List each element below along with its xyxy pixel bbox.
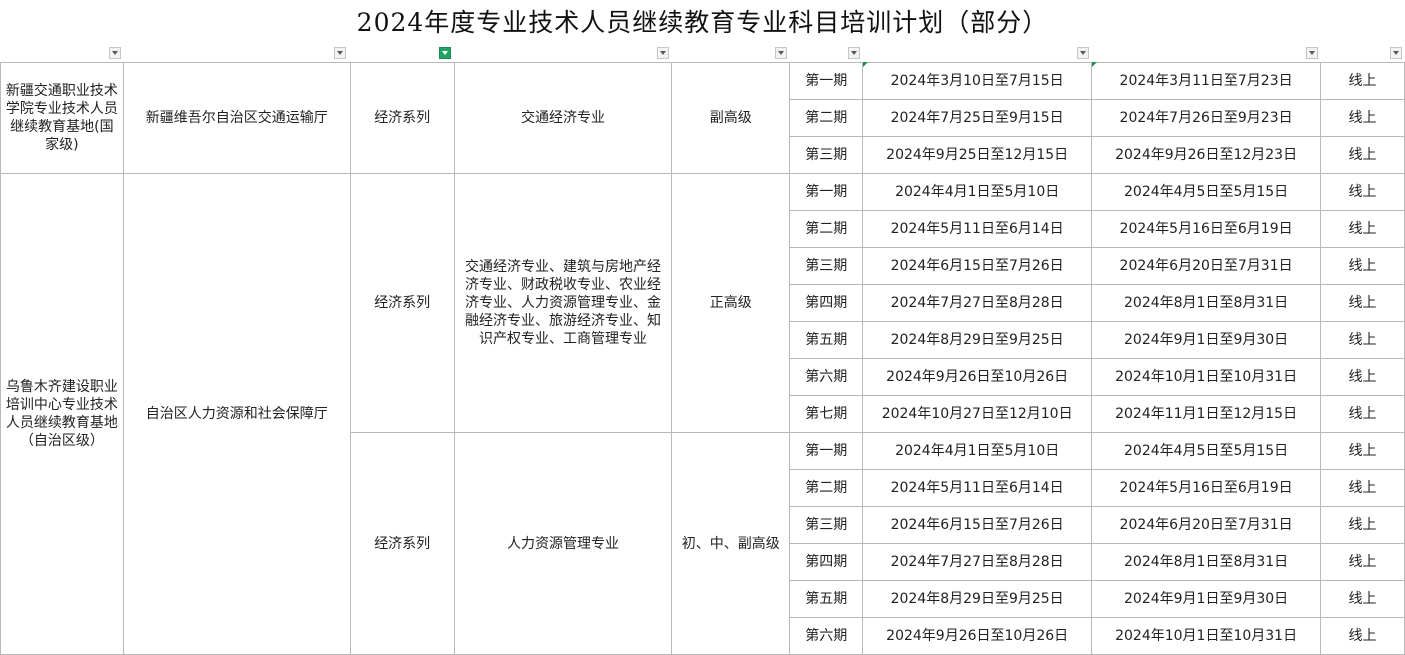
exam-date-cell[interactable]: 2024年3月11日至7月23日	[1091, 62, 1322, 100]
filter-dropdown-icon[interactable]	[657, 47, 669, 59]
mode-cell[interactable]: 线上	[1320, 358, 1405, 396]
training-date-cell[interactable]: 2024年9月26日至10月26日	[862, 358, 1093, 396]
exam-date-cell[interactable]: 2024年4月5日至5月15日	[1091, 173, 1322, 211]
training-plan-table: 新疆交通职业技术学院专业技术人员继续教育基地(国家级) 新疆维吾尔自治区交通运输厅…	[0, 62, 1405, 655]
exam-date-cell[interactable]: 2024年6月20日至7月31日	[1091, 247, 1322, 285]
period-cell[interactable]: 第三期	[789, 506, 864, 544]
period-cell[interactable]: 第四期	[789, 284, 864, 322]
training-date-cell[interactable]: 2024年10月27日至12月10日	[862, 395, 1093, 433]
exam-date-cell[interactable]: 2024年9月1日至9月30日	[1091, 580, 1322, 618]
mode-cell[interactable]: 线上	[1320, 284, 1405, 322]
training-date-cell[interactable]: 2024年9月26日至10月26日	[862, 617, 1093, 655]
filter-dropdown-icon[interactable]	[1390, 47, 1402, 59]
exam-date-cell[interactable]: 2024年7月26日至9月23日	[1091, 99, 1322, 137]
mode-cell[interactable]: 线上	[1320, 580, 1405, 618]
exam-date-cell[interactable]: 2024年8月1日至8月31日	[1091, 543, 1322, 581]
department-cell[interactable]: 自治区人力资源和社会保障厅	[122, 173, 351, 655]
period-cell[interactable]: 第二期	[789, 99, 864, 137]
institution-cell[interactable]: 乌鲁木齐建设职业培训中心专业技术人员继续教育基地（自治区级）	[0, 173, 124, 655]
period-cell[interactable]: 第二期	[789, 469, 864, 507]
department-cell[interactable]: 新疆维吾尔自治区交通运输厅	[122, 62, 351, 174]
filter-active-icon[interactable]	[439, 47, 451, 59]
filter-dropdown-icon[interactable]	[1306, 47, 1318, 59]
mode-cell[interactable]: 线上	[1320, 62, 1405, 100]
specialty-cell[interactable]: 交通经济专业、建筑与房地产经济专业、财政税收专业、农业经济专业、人力资源管理专业…	[453, 173, 673, 433]
filter-dropdown-icon[interactable]	[1077, 47, 1089, 59]
period-cell[interactable]: 第三期	[789, 136, 864, 174]
period-cell[interactable]: 第一期	[789, 432, 864, 470]
specialty-cell[interactable]: 人力资源管理专业	[453, 432, 673, 655]
exam-date-cell[interactable]: 2024年10月1日至10月31日	[1091, 358, 1322, 396]
mode-cell[interactable]: 线上	[1320, 506, 1405, 544]
cell-comment-marker	[863, 62, 868, 67]
mode-cell[interactable]: 线上	[1320, 99, 1405, 137]
period-cell[interactable]: 第七期	[789, 395, 864, 433]
training-date-cell[interactable]: 2024年4月1日至5月10日	[862, 432, 1093, 470]
filter-dropdown-icon[interactable]	[775, 47, 787, 59]
sheet-title: 2024年度专业技术人员继续教育专业科目培训计划（部分）	[356, 8, 1049, 37]
exam-date-cell[interactable]: 2024年5月16日至6月19日	[1091, 210, 1322, 248]
mode-cell[interactable]: 线上	[1320, 395, 1405, 433]
period-cell[interactable]: 第四期	[789, 543, 864, 581]
specialty-cell[interactable]: 交通经济专业	[453, 62, 673, 174]
mode-cell[interactable]: 线上	[1320, 247, 1405, 285]
training-date-cell[interactable]: 2024年5月11日至6月14日	[862, 210, 1093, 248]
exam-date-cell[interactable]: 2024年8月1日至8月31日	[1091, 284, 1322, 322]
filter-dropdown-icon[interactable]	[848, 47, 860, 59]
level-cell[interactable]: 副高级	[671, 62, 791, 174]
training-date-cell[interactable]: 2024年6月15日至7月26日	[862, 506, 1093, 544]
institution-cell[interactable]: 新疆交通职业技术学院专业技术人员继续教育基地(国家级)	[0, 62, 124, 174]
mode-cell[interactable]: 线上	[1320, 617, 1405, 655]
exam-date-cell[interactable]: 2024年10月1日至10月31日	[1091, 617, 1322, 655]
mode-cell[interactable]: 线上	[1320, 321, 1405, 359]
exam-date-cell[interactable]: 2024年4月5日至5月15日	[1091, 432, 1322, 470]
period-cell[interactable]: 第六期	[789, 358, 864, 396]
exam-date-cell[interactable]: 2024年9月1日至9月30日	[1091, 321, 1322, 359]
training-date-cell[interactable]: 2024年9月25日至12月15日	[862, 136, 1093, 174]
level-cell[interactable]: 初、中、副高级	[671, 432, 791, 655]
training-date-cell[interactable]: 2024年8月29日至9月25日	[862, 321, 1093, 359]
mode-cell[interactable]: 线上	[1320, 543, 1405, 581]
cell-comment-marker	[1092, 62, 1097, 67]
training-date-cell[interactable]: 2024年8月29日至9月25日	[862, 580, 1093, 618]
training-date-cell[interactable]: 2024年7月27日至8月28日	[862, 284, 1093, 322]
period-cell[interactable]: 第二期	[789, 210, 864, 248]
period-cell[interactable]: 第五期	[789, 321, 864, 359]
series-cell[interactable]: 经济系列	[349, 432, 455, 655]
period-cell[interactable]: 第六期	[789, 617, 864, 655]
training-date-cell[interactable]: 2024年3月10日至7月15日	[862, 62, 1093, 100]
period-cell[interactable]: 第三期	[789, 247, 864, 285]
mode-cell[interactable]: 线上	[1320, 210, 1405, 248]
period-cell[interactable]: 第五期	[789, 580, 864, 618]
mode-cell[interactable]: 线上	[1320, 432, 1405, 470]
training-date-cell[interactable]: 2024年7月27日至8月28日	[862, 543, 1093, 581]
exam-date-cell[interactable]: 2024年9月26日至12月23日	[1091, 136, 1322, 174]
series-cell[interactable]: 经济系列	[349, 173, 455, 433]
period-cell[interactable]: 第一期	[789, 173, 864, 211]
training-date-cell[interactable]: 2024年6月15日至7月26日	[862, 247, 1093, 285]
exam-date-cell[interactable]: 2024年5月16日至6月19日	[1091, 469, 1322, 507]
mode-cell[interactable]: 线上	[1320, 136, 1405, 174]
filter-dropdown-icon[interactable]	[109, 47, 121, 59]
training-date-cell[interactable]: 2024年7月25日至9月15日	[862, 99, 1093, 137]
table-row: 乌鲁木齐建设职业培训中心专业技术人员继续教育基地（自治区级） 自治区人力资源和社会…	[0, 173, 1405, 655]
mode-cell[interactable]: 线上	[1320, 469, 1405, 507]
series-cell[interactable]: 经济系列	[349, 62, 455, 174]
exam-date-cell[interactable]: 2024年11月1日至12月15日	[1091, 395, 1322, 433]
exam-date-cell[interactable]: 2024年6月20日至7月31日	[1091, 506, 1322, 544]
level-cell[interactable]: 正高级	[671, 173, 791, 433]
training-date-cell[interactable]: 2024年4月1日至5月10日	[862, 173, 1093, 211]
table-row: 新疆交通职业技术学院专业技术人员继续教育基地(国家级) 新疆维吾尔自治区交通运输厅…	[0, 62, 1405, 174]
mode-cell[interactable]: 线上	[1320, 173, 1405, 211]
training-date-cell[interactable]: 2024年5月11日至6月14日	[862, 469, 1093, 507]
period-cell[interactable]: 第一期	[789, 62, 864, 100]
filter-dropdown-icon[interactable]	[334, 47, 346, 59]
